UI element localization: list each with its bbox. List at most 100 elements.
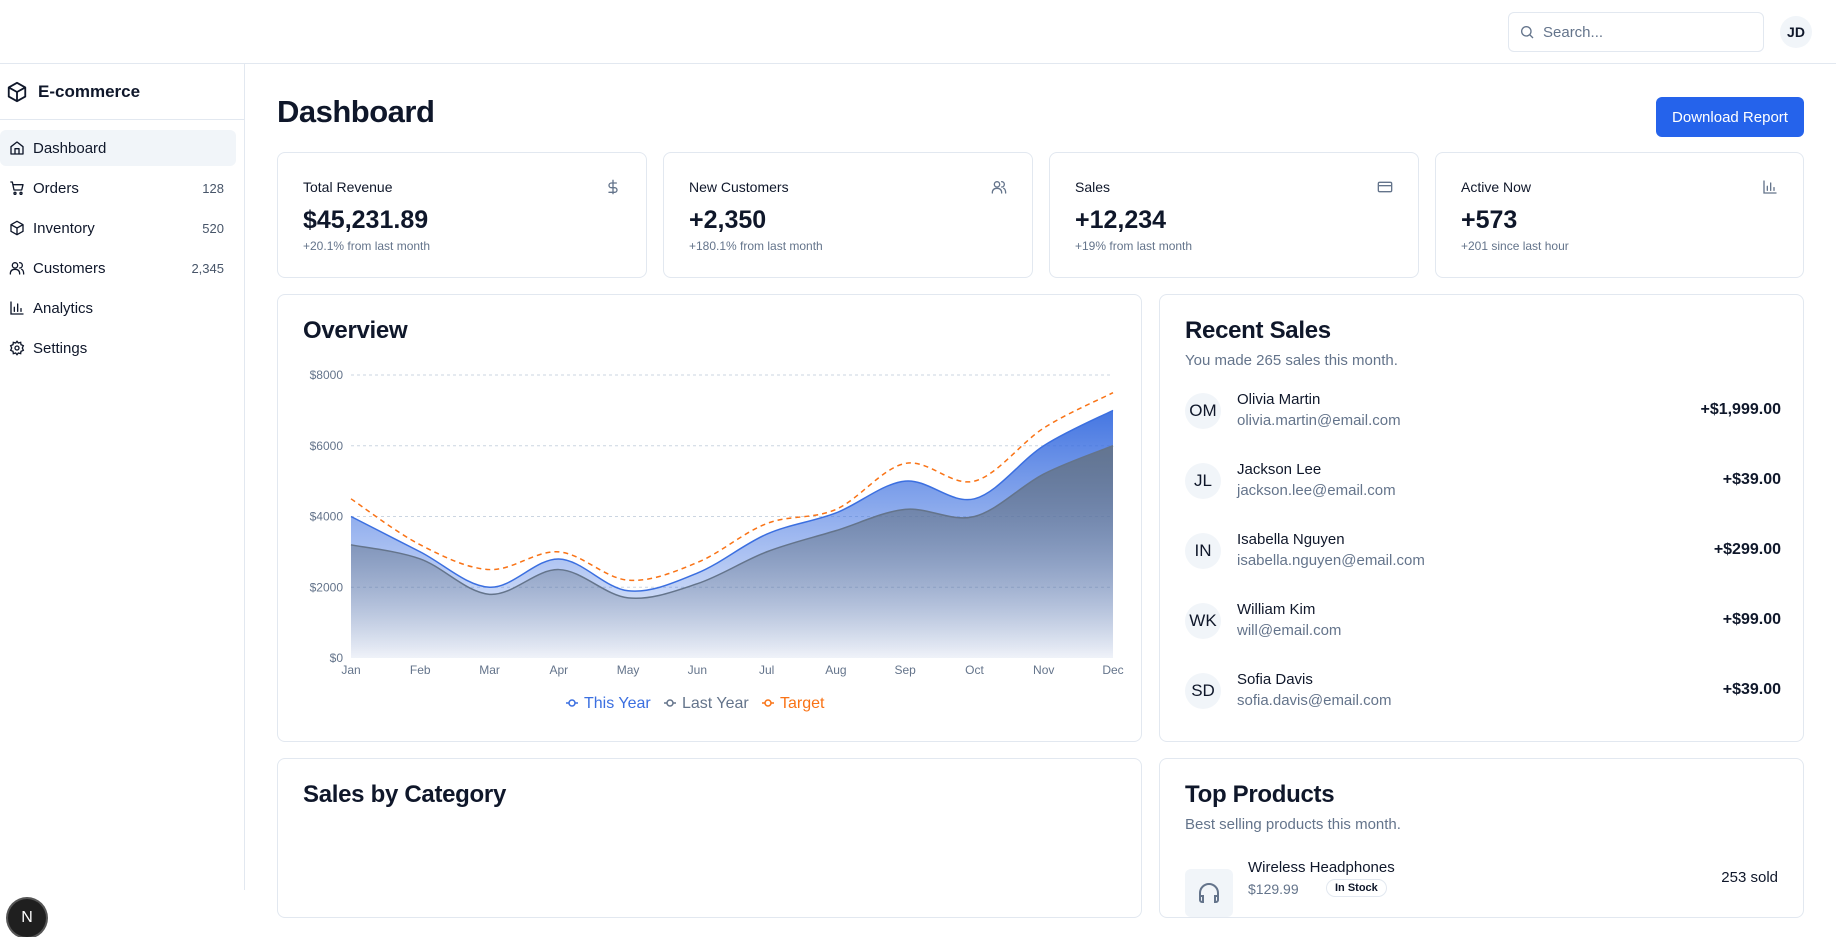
users-icon bbox=[991, 181, 1007, 194]
customer-email: olivia.martin@email.com bbox=[1237, 412, 1401, 429]
top-products-title: Top Products bbox=[1185, 781, 1335, 808]
avatar: JL bbox=[1185, 463, 1221, 499]
sidebar-item-label: Dashboard bbox=[33, 139, 107, 157]
top-bar: JD bbox=[0, 0, 1836, 64]
sale-amount: +$299.00 bbox=[1713, 541, 1781, 558]
stock-badge: In Stock bbox=[1326, 879, 1387, 897]
top-products-description: Best selling products this month. bbox=[1185, 816, 1401, 833]
x-tick-label: Dec bbox=[1102, 663, 1123, 677]
product-name[interactable]: Wireless Headphones bbox=[1248, 859, 1395, 876]
gear-icon bbox=[9, 340, 25, 356]
sale-amount: +$99.00 bbox=[1722, 611, 1781, 628]
customer-name: Olivia Martin bbox=[1237, 391, 1321, 408]
legend-marker-dot bbox=[764, 699, 772, 707]
search-box[interactable] bbox=[1508, 12, 1764, 52]
page-title: Dashboard bbox=[277, 94, 435, 129]
sidebar-item-label: Customers bbox=[33, 259, 106, 277]
sale-row[interactable]: IN Isabella Nguyen isabella.nguyen@email… bbox=[1185, 531, 1781, 575]
sidebar-item-label: Inventory bbox=[33, 219, 95, 237]
stat-card-sales: Sales +12,234 +19% from last month bbox=[1049, 152, 1419, 278]
legend-marker-dot bbox=[568, 699, 576, 707]
search-input[interactable] bbox=[1543, 23, 1743, 41]
sale-row[interactable]: WK William Kim will@email.com +$99.00 bbox=[1185, 601, 1781, 645]
stat-card-active: Active Now +573 +201 since last hour bbox=[1435, 152, 1804, 278]
legend-label: This Year bbox=[584, 695, 651, 712]
avatar: SD bbox=[1185, 673, 1221, 709]
package-icon bbox=[10, 220, 24, 236]
search-icon bbox=[1521, 26, 1534, 39]
sidebar-item-count: 520 bbox=[202, 220, 224, 236]
bar-chart-icon bbox=[1763, 180, 1777, 194]
sidebar-item-label: Analytics bbox=[33, 299, 94, 317]
user-avatar[interactable]: JD bbox=[1780, 16, 1812, 48]
y-tick-label: $8000 bbox=[310, 368, 344, 382]
brand[interactable]: E-commerce bbox=[0, 64, 244, 120]
x-tick-label: Apr bbox=[549, 663, 568, 677]
top-products-card: Top Products Best selling products this … bbox=[1159, 758, 1804, 918]
sidebar-item-inventory[interactable]: Inventory 520 bbox=[0, 210, 236, 246]
sales-by-category-title: Sales by Category bbox=[303, 781, 506, 808]
stat-value: +12,234 bbox=[1075, 206, 1167, 234]
sales-by-category-card: Sales by Category bbox=[277, 758, 1142, 918]
x-tick-label: Jul bbox=[759, 663, 774, 677]
y-tick-label: $2000 bbox=[310, 580, 344, 594]
sidebar-item-customers[interactable]: Customers 2,345 bbox=[0, 250, 236, 286]
headphones-icon bbox=[1199, 883, 1219, 903]
stat-title: New Customers bbox=[689, 179, 789, 195]
download-report-button[interactable]: Download Report bbox=[1656, 97, 1804, 137]
sidebar-item-count: 2,345 bbox=[191, 260, 224, 276]
customer-email: will@email.com bbox=[1237, 622, 1342, 639]
x-tick-label: Jun bbox=[688, 663, 707, 677]
sidebar-item-analytics[interactable]: Analytics bbox=[0, 290, 236, 326]
units-sold: 253 sold bbox=[1721, 869, 1778, 886]
customer-email: jackson.lee@email.com bbox=[1237, 482, 1396, 499]
avatar: WK bbox=[1185, 603, 1221, 639]
x-tick-label: Mar bbox=[479, 663, 500, 677]
stat-card-revenue: Total Revenue $45,231.89 +20.1% from las… bbox=[277, 152, 647, 278]
sidebar-item-orders[interactable]: Orders 128 bbox=[0, 170, 236, 206]
sale-row[interactable]: OM Olivia Martin olivia.martin@email.com… bbox=[1185, 391, 1781, 435]
y-tick-label: $6000 bbox=[310, 439, 344, 453]
overview-card: Overview $0 $2000 $4000 $6000 $8000 Jan Feb Mar… bbox=[277, 294, 1142, 742]
x-tick-label: May bbox=[617, 663, 640, 677]
stat-change: +180.1% from last month bbox=[689, 239, 823, 253]
stat-change: +201 since last hour bbox=[1461, 239, 1569, 253]
sidebar-item-label: Settings bbox=[33, 339, 88, 357]
sidebar-item-count: 128 bbox=[202, 180, 224, 196]
customer-name: Isabella Nguyen bbox=[1237, 531, 1345, 548]
y-tick-label: $4000 bbox=[310, 510, 344, 524]
stat-title: Total Revenue bbox=[303, 179, 393, 195]
customer-email: sofia.davis@email.com bbox=[1237, 692, 1392, 709]
legend-label: Last Year bbox=[682, 695, 749, 712]
stat-change: +19% from last month bbox=[1075, 239, 1193, 253]
product-price: $129.99 bbox=[1248, 881, 1299, 897]
customer-name: William Kim bbox=[1237, 601, 1316, 618]
stat-value: $45,231.89 bbox=[303, 206, 429, 234]
sidebar-item-dashboard[interactable]: Dashboard bbox=[0, 130, 236, 166]
home-icon bbox=[10, 141, 24, 155]
dollar-icon bbox=[608, 179, 618, 195]
stat-value: +2,350 bbox=[689, 206, 767, 234]
overview-chart: $0$2000$4000$6000$8000Jan Feb Mar Apr May Jun… bbox=[310, 368, 1124, 712]
series-area-last-year bbox=[351, 445, 1113, 658]
sale-row[interactable]: JL Jackson Lee jackson.lee@email.com +$3… bbox=[1185, 461, 1781, 505]
credit-card-icon bbox=[1377, 181, 1393, 193]
x-tick-label: Oct bbox=[965, 663, 984, 677]
sidebar-item-settings[interactable]: Settings bbox=[0, 330, 236, 366]
package-logo-icon bbox=[7, 81, 27, 102]
x-tick-label: Sep bbox=[895, 663, 917, 677]
sidebar-nav: Dashboard Orders 128 Inventory 520 Custo… bbox=[0, 120, 244, 366]
sale-amount: +$39.00 bbox=[1722, 681, 1781, 698]
legend-label: Target bbox=[780, 695, 825, 712]
stat-title: Sales bbox=[1075, 179, 1111, 195]
sale-row[interactable]: SD Sofia Davis sofia.davis@email.com +$3… bbox=[1185, 671, 1781, 715]
sale-amount: +$39.00 bbox=[1722, 471, 1781, 488]
next-dev-badge[interactable]: N bbox=[8, 899, 46, 937]
stat-change: +20.1% from last month bbox=[303, 239, 431, 253]
x-tick-label: Jan bbox=[341, 663, 360, 677]
recent-sales-title: Recent Sales bbox=[1185, 317, 1331, 344]
brand-name: E-commerce bbox=[38, 81, 141, 101]
legend-marker-dot bbox=[666, 699, 674, 707]
bar-chart-icon bbox=[10, 301, 24, 315]
customer-name: Jackson Lee bbox=[1237, 461, 1322, 478]
